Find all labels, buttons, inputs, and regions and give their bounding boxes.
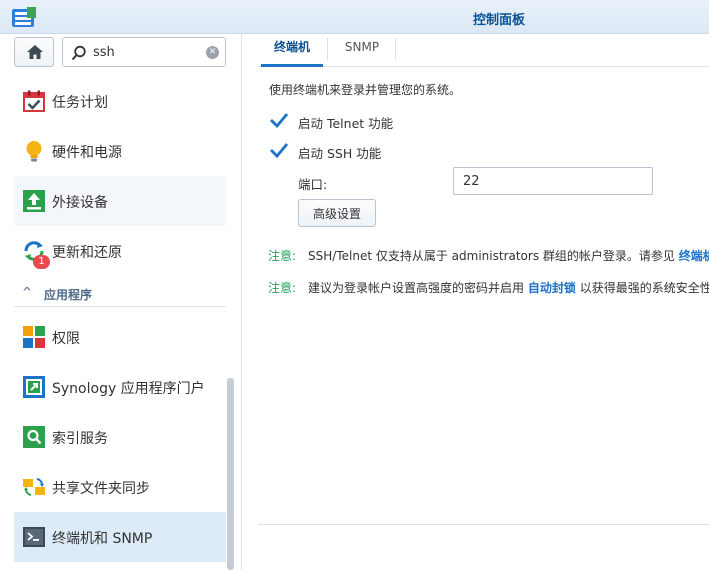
home-icon bbox=[27, 45, 43, 59]
sidebar-item-label: 任务计划 bbox=[52, 95, 108, 111]
main-panel: 终端机 SNMP 使用终端机来登录并管理您的系统。 启动 Telnet 功能 启… bbox=[243, 34, 709, 570]
advanced-settings-button[interactable]: 高级设置 bbox=[298, 199, 376, 227]
sidebar-scrollbar[interactable] bbox=[227, 378, 234, 570]
note-text: 建议为登录帐户设置高强度的密码并启用 bbox=[308, 281, 528, 295]
sidebar-item-external-devices[interactable]: 外接设备 bbox=[14, 176, 226, 226]
sidebar-item-label: 外接设备 bbox=[52, 195, 108, 211]
sidebar-item-label: 共享文件夹同步 bbox=[52, 481, 150, 497]
sidebar: ✕ 任务计划 硬件和电源 外接设备 bbox=[0, 34, 242, 570]
chevron-up-icon: ^ bbox=[22, 285, 33, 299]
sidebar-item-label: Synology 应用程序门户 bbox=[52, 381, 205, 397]
search-input[interactable] bbox=[93, 43, 203, 61]
calendar-check-icon bbox=[23, 90, 45, 112]
note-password-security: 注意: 建议为登录帐户设置高强度的密码并启用 自动封锁 以获得最强的系统安全性 bbox=[268, 279, 709, 296]
tab-bar: 终端机 SNMP bbox=[258, 34, 709, 67]
note-text: SSH/Telnet 仅支持从属于 administrators 群组的帐户登录… bbox=[308, 249, 679, 263]
tab-divider bbox=[395, 38, 396, 60]
clear-search-icon[interactable]: ✕ bbox=[206, 46, 219, 59]
sidebar-item-label: 硬件和电源 bbox=[52, 145, 122, 161]
window-title: 控制面板 bbox=[472, 13, 525, 28]
sidebar-item-task-scheduler[interactable]: 任务计划 bbox=[14, 76, 226, 126]
sidebar-item-terminal-snmp[interactable]: 终端机和 SNMP bbox=[14, 512, 226, 562]
port-label: 端口: bbox=[298, 177, 328, 192]
note-ssh-admin: 注意: SSH/Telnet 仅支持从属于 administrators 群组的帐… bbox=[268, 247, 709, 264]
sidebar-item-privileges[interactable]: 权限 bbox=[14, 312, 226, 362]
notification-badge: 1 bbox=[33, 255, 50, 269]
title-bar: 控制面板 bbox=[0, 0, 709, 34]
sidebar-item-indexing-service[interactable]: 索引服务 bbox=[14, 412, 226, 462]
section-description: 使用终端机来登录并管理您的系统。 bbox=[269, 83, 462, 97]
external-device-icon bbox=[23, 190, 45, 212]
auto-block-link[interactable]: 自动封锁 bbox=[528, 281, 576, 295]
terminal-help-link[interactable]: 终端机 bbox=[679, 249, 709, 263]
tab-divider bbox=[327, 38, 328, 60]
note-tag: 注意: bbox=[268, 281, 297, 295]
lightbulb-icon bbox=[26, 141, 42, 162]
telnet-checkbox[interactable] bbox=[269, 110, 289, 130]
tab-terminal[interactable]: 终端机 bbox=[261, 34, 323, 67]
search-box[interactable]: ✕ bbox=[62, 37, 226, 67]
sidebar-item-update-restore[interactable]: 1 更新和还原 bbox=[14, 226, 226, 276]
sidebar-item-label: 终端机和 SNMP bbox=[52, 531, 153, 547]
ssh-checkbox[interactable] bbox=[269, 140, 289, 160]
port-input[interactable] bbox=[453, 167, 653, 195]
tab-snmp[interactable]: SNMP bbox=[329, 34, 395, 67]
terminal-icon bbox=[23, 527, 45, 547]
sidebar-group-label: 应用程序 bbox=[44, 288, 93, 302]
note-tag: 注意: bbox=[268, 249, 297, 263]
permission-tiles-icon bbox=[23, 326, 45, 348]
sidebar-group-applications[interactable]: ^ 应用程序 bbox=[14, 281, 226, 307]
index-search-icon bbox=[23, 426, 45, 448]
ssh-checkbox-label[interactable]: 启动 SSH 功能 bbox=[298, 143, 381, 162]
search-icon bbox=[71, 45, 86, 61]
sidebar-item-shared-folder-sync[interactable]: 共享文件夹同步 bbox=[14, 462, 226, 512]
sidebar-item-label: 权限 bbox=[52, 331, 80, 347]
sidebar-item-app-portal[interactable]: Synology 应用程序门户 bbox=[14, 362, 226, 412]
app-portal-icon bbox=[23, 376, 45, 398]
folder-sync-icon bbox=[23, 478, 45, 496]
sidebar-item-label: 索引服务 bbox=[52, 431, 108, 447]
footer-divider bbox=[258, 524, 709, 525]
sidebar-item-hardware-power[interactable]: 硬件和电源 bbox=[14, 126, 226, 176]
sidebar-item-label: 更新和还原 bbox=[52, 245, 122, 261]
note-text-after: 以获得最强的系统安全性 bbox=[575, 281, 709, 295]
telnet-checkbox-label[interactable]: 启动 Telnet 功能 bbox=[298, 113, 393, 132]
home-button[interactable] bbox=[14, 37, 54, 67]
